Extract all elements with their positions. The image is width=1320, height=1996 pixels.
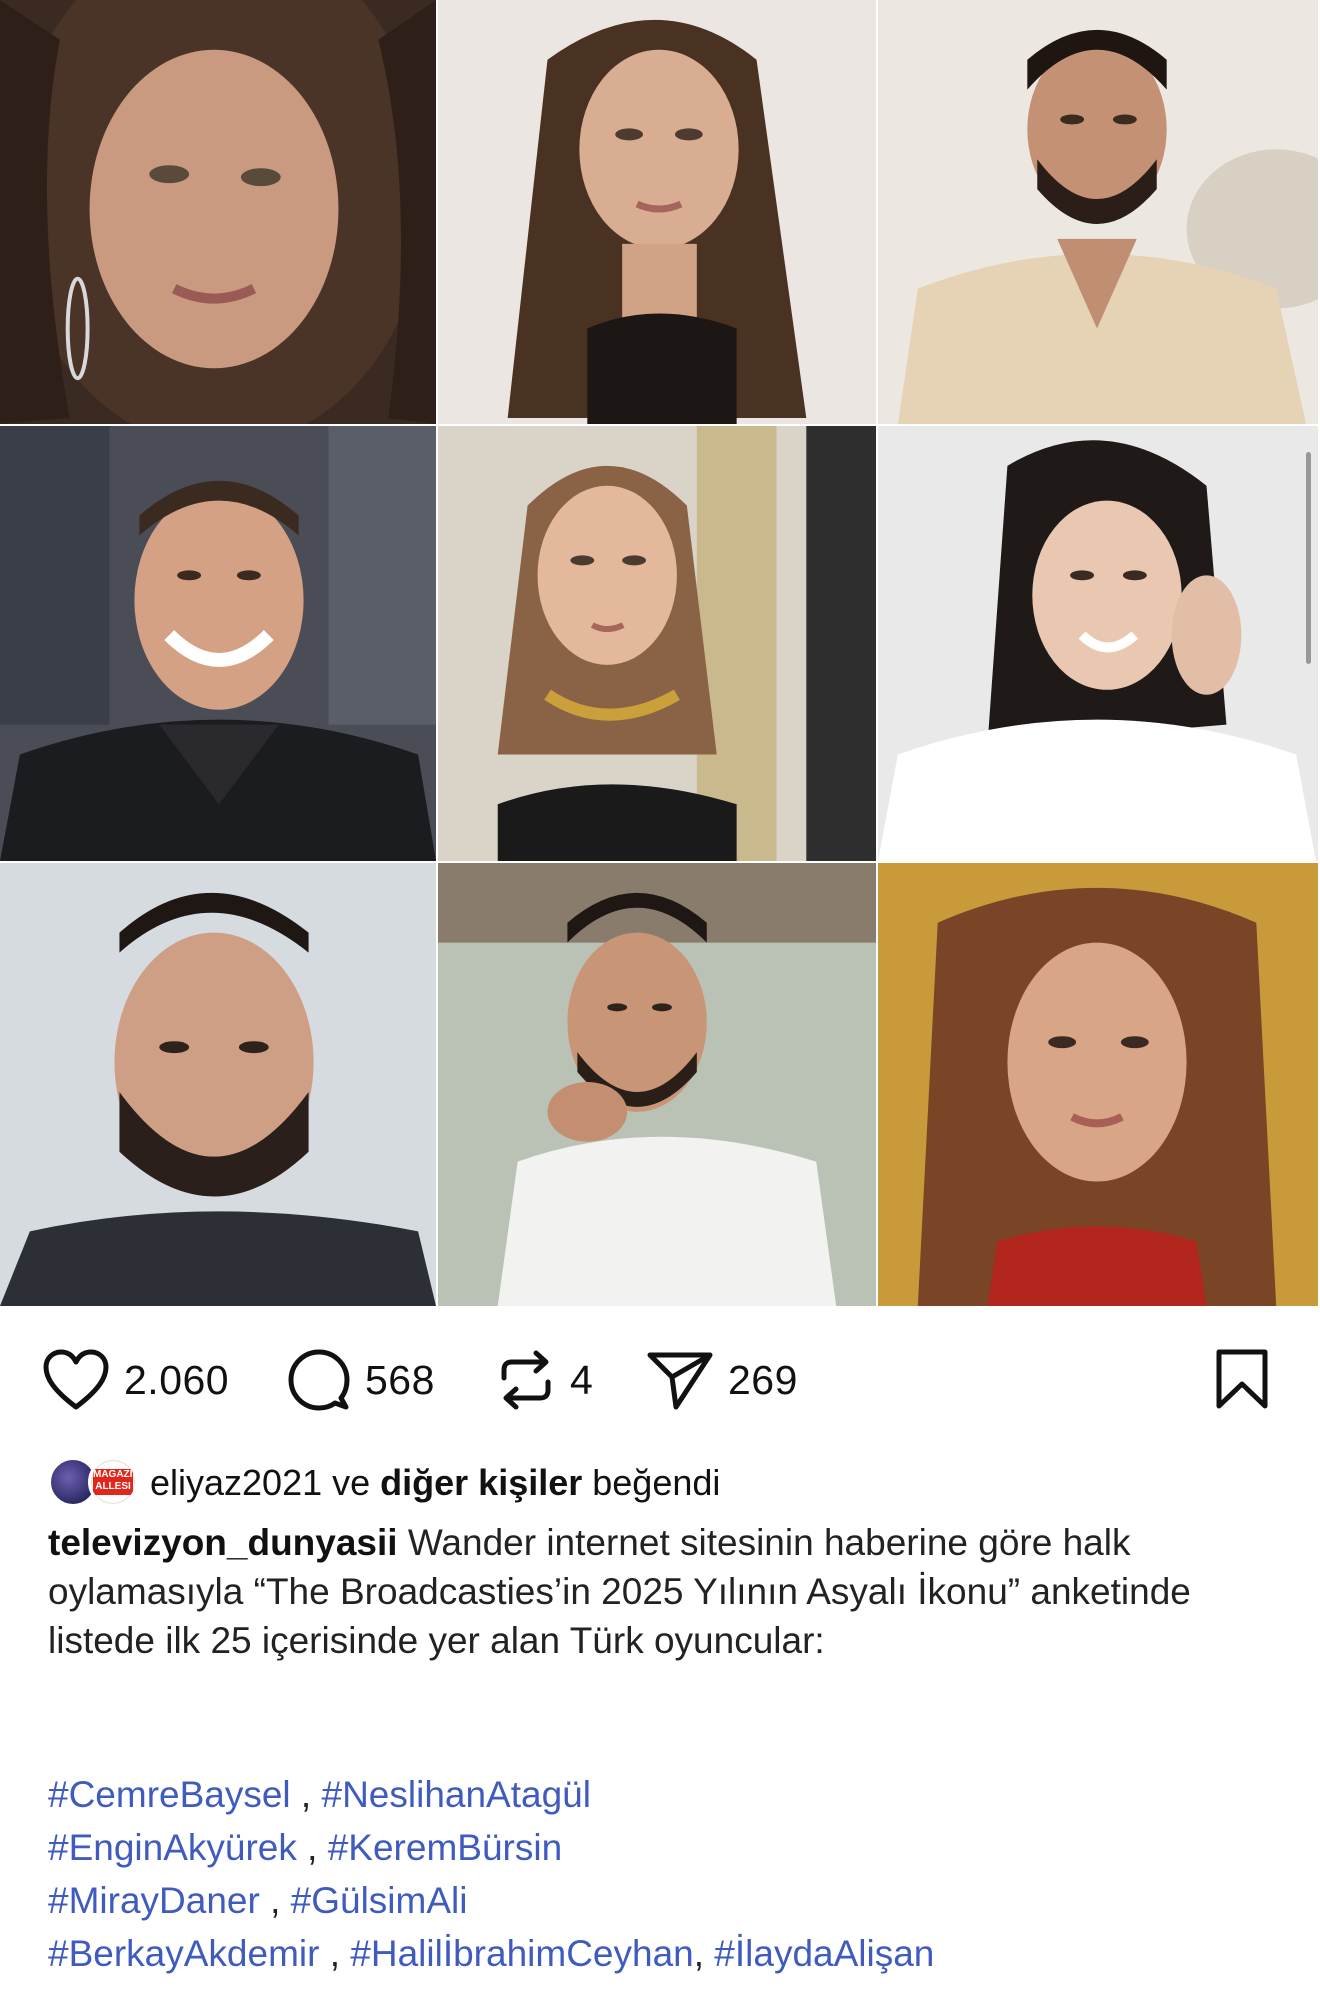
comment-button[interactable]: 568 [287, 1340, 435, 1420]
hashtag-line: #MirayDaner , #GülsimAli [48, 1874, 1288, 1927]
hashtag-list: #CemreBaysel , #NeslihanAtagül #EnginAky… [48, 1768, 1288, 1980]
hashtag-separator: , [319, 1933, 351, 1974]
hashtag-separator: , [290, 1774, 322, 1815]
hashtag-link[interactable]: #CemreBaysel [48, 1774, 291, 1815]
photo-man-smiling-black-jacket[interactable] [0, 426, 438, 863]
save-button[interactable] [1213, 1340, 1271, 1420]
like-button[interactable]: 2.060 [42, 1340, 229, 1420]
photo-woman-long-brown-hair[interactable] [438, 0, 878, 426]
comment-icon [287, 1348, 351, 1412]
photo-man-beard-dark-suit[interactable] [0, 863, 438, 1308]
repost-button[interactable]: 4 [496, 1340, 593, 1420]
hashtag-link[interactable]: #GülsimAli [291, 1880, 468, 1921]
liked-by-others-link[interactable]: diğer kişiler [380, 1462, 582, 1504]
hashtag-link[interactable]: #MirayDaner [48, 1880, 260, 1921]
hashtag-link[interactable]: #NeslihanAtagül [322, 1774, 591, 1815]
hashtag-link[interactable]: #BerkayAkdemir [48, 1933, 319, 1974]
liker-avatars[interactable]: MAGAZIN ALLESI [48, 1455, 144, 1511]
liked-by-connector: ve [322, 1462, 381, 1503]
photo-woman-gold-necklace[interactable] [438, 426, 878, 863]
photo-woman-red-top[interactable] [878, 863, 1320, 1308]
hashtag-link[interactable]: #İlaydaAlişan [714, 1933, 934, 1974]
hashtag-separator: , [259, 1880, 291, 1921]
heart-icon [42, 1349, 110, 1411]
liker-username[interactable]: eliyaz2021 [150, 1462, 322, 1504]
hashtag-separator: , [693, 1933, 715, 1974]
post-caption: televizyon_dunyasii Wander internet site… [48, 1518, 1288, 1665]
bookmark-icon [1213, 1348, 1271, 1412]
liked-by-row[interactable]: MAGAZIN ALLESI eliyaz2021 ve diğer kişil… [48, 1455, 720, 1511]
share-button[interactable]: 269 [646, 1340, 798, 1420]
caption-username[interactable]: televizyon_dunyasii [48, 1522, 398, 1563]
photo-collage[interactable] [0, 0, 1320, 1308]
scroll-indicator[interactable] [1306, 452, 1311, 664]
repost-icon [496, 1348, 556, 1412]
photo-woman-curly-hair[interactable] [0, 0, 438, 426]
hashtag-line: #BerkayAkdemir , #HalilİbrahimCeyhan, #İ… [48, 1927, 1288, 1980]
hashtag-line: #EnginAkyürek , #KeremBürsin [48, 1821, 1288, 1874]
photo-man-white-shirt-hand-chin[interactable] [438, 863, 878, 1308]
hashtag-separator: , [296, 1827, 328, 1868]
hashtag-link[interactable]: #EnginAkyürek [48, 1827, 297, 1868]
photo-man-beige-shirt[interactable] [878, 0, 1320, 426]
hashtag-link[interactable]: #KeremBürsin [328, 1827, 562, 1868]
hashtag-line: #CemreBaysel , #NeslihanAtagül [48, 1768, 1288, 1821]
repost-count: 4 [570, 1356, 594, 1403]
like-count: 2.060 [124, 1356, 230, 1403]
avatar-logo: MAGAZIN ALLESI [93, 1469, 135, 1495]
share-count: 269 [728, 1356, 798, 1403]
liked-by-suffix: beğendi [582, 1462, 721, 1503]
hashtag-link[interactable]: #HalilİbrahimCeyhan [350, 1933, 693, 1974]
send-icon [646, 1349, 714, 1411]
post-action-bar: 2.060 568 4 269 [0, 1340, 1320, 1420]
comment-count: 568 [365, 1356, 435, 1403]
photo-woman-hand-on-face[interactable] [878, 426, 1320, 863]
avatar[interactable]: MAGAZIN ALLESI [88, 1457, 138, 1507]
